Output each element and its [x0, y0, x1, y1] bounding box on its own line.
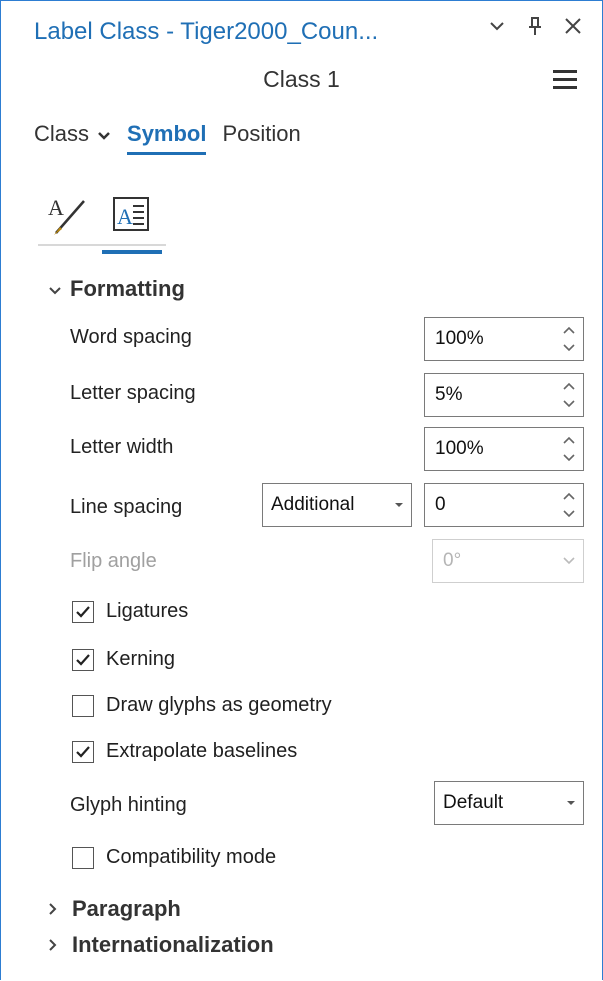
checkbox-box[interactable] — [72, 846, 94, 869]
line-spacing-input[interactable]: 0 — [424, 483, 584, 527]
ligatures-checkbox[interactable]: Ligatures — [72, 600, 188, 623]
glyph-hinting-select[interactable]: Default — [434, 781, 584, 825]
dropdown-arrow-icon — [559, 799, 583, 807]
chevron-down-icon[interactable] — [485, 14, 509, 38]
tab-class[interactable]: Class — [34, 121, 111, 147]
chevron-down-icon — [97, 121, 111, 147]
checkbox-box[interactable] — [72, 694, 94, 717]
chevron-right-icon — [48, 932, 72, 958]
word-spacing-input[interactable]: 100% — [424, 317, 584, 361]
letter-width-label: Letter width — [70, 436, 174, 458]
subtab-formatting[interactable]: A — [100, 182, 162, 254]
line-spacing-mode-select[interactable]: Additional — [262, 483, 412, 527]
compatibility-mode-checkbox[interactable]: Compatibility mode — [72, 846, 276, 869]
letter-width-input[interactable]: 100% — [424, 427, 584, 471]
section-paragraph[interactable]: Paragraph — [48, 896, 181, 922]
flip-angle-label: Flip angle — [70, 550, 157, 572]
spin-arrows-icon[interactable] — [555, 324, 583, 354]
tab-position[interactable]: Position — [222, 121, 300, 147]
glyph-hinting-label: Glyph hinting — [70, 794, 187, 816]
word-spacing-label: Word spacing — [70, 326, 192, 348]
chevron-down-icon — [48, 276, 70, 302]
text-formatting-icon: A — [113, 197, 149, 231]
text-style-icon: A — [48, 195, 85, 235]
menu-icon[interactable] — [553, 70, 577, 94]
pin-icon[interactable] — [523, 14, 547, 38]
draw-glyphs-checkbox[interactable]: Draw glyphs as geometry — [72, 694, 332, 717]
svg-text:A: A — [117, 204, 133, 229]
chevron-right-icon — [48, 896, 72, 922]
tab-bar: Class Symbol Position — [34, 121, 317, 155]
pane-title: Label Class - Tiger2000_Coun... — [34, 18, 379, 45]
close-icon[interactable] — [561, 14, 585, 38]
class-name: Class 1 — [263, 66, 340, 92]
tab-symbol[interactable]: Symbol — [127, 121, 207, 155]
title-icons — [485, 14, 585, 38]
spin-arrows-icon[interactable] — [555, 490, 583, 520]
line-spacing-label: Line spacing — [70, 496, 183, 518]
flip-angle-select: 0° — [432, 539, 584, 583]
svg-text:A: A — [48, 195, 64, 220]
letter-spacing-input[interactable]: 5% — [424, 373, 584, 417]
spin-arrows-icon[interactable] — [555, 380, 583, 410]
checkbox-box[interactable] — [72, 600, 94, 623]
checkbox-box[interactable] — [72, 648, 94, 671]
dropdown-arrow-icon — [387, 501, 411, 509]
subtab-appearance[interactable]: A — [38, 182, 100, 246]
checkmark-icon — [76, 605, 90, 618]
checkmark-icon — [76, 653, 90, 666]
chevron-down-icon — [555, 556, 583, 566]
section-internationalization[interactable]: Internationalization — [48, 932, 274, 958]
letter-spacing-label: Letter spacing — [70, 382, 196, 404]
section-formatting[interactable]: Formatting — [48, 276, 185, 302]
checkbox-box[interactable] — [72, 740, 94, 763]
extrapolate-baselines-checkbox[interactable]: Extrapolate baselines — [72, 740, 297, 763]
checkmark-icon — [76, 745, 90, 758]
kerning-checkbox[interactable]: Kerning — [72, 648, 175, 671]
subtab-bar: A A — [38, 182, 162, 254]
spin-arrows-icon[interactable] — [555, 434, 583, 464]
